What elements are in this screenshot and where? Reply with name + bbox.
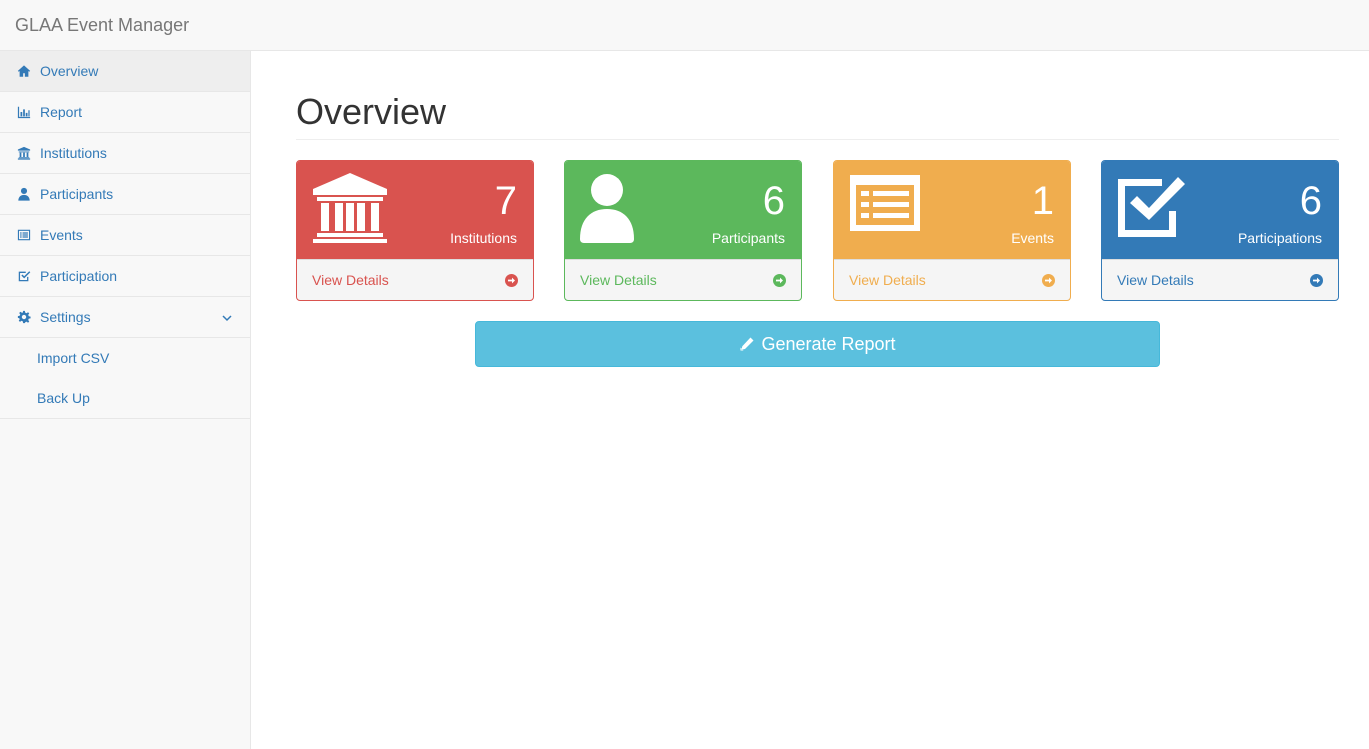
arrow-circle-right-icon (773, 274, 786, 287)
arrow-circle-right-icon (505, 274, 518, 287)
participants-panel: 6 Participants View Details (564, 160, 802, 301)
participants-view-details-link[interactable]: View Details (565, 259, 801, 300)
generate-report-label: Generate Report (761, 333, 896, 354)
sidebar-item-events[interactable]: Events (0, 215, 250, 256)
sidebar-item-institutions[interactable]: Institutions (0, 133, 250, 174)
participants-label: Participants (711, 230, 785, 246)
events-count: 1 (1031, 179, 1054, 223)
sidebar-item-participants[interactable]: Participants (0, 174, 250, 215)
participations-panel: 6 Participations View Details (1101, 160, 1339, 301)
view-details-text: View Details (580, 272, 657, 288)
sidebar-item-settings[interactable]: Settings (0, 297, 250, 338)
view-details-text: View Details (1117, 272, 1194, 288)
events-panel: 1 Events View Details (833, 160, 1071, 301)
page-title: Overview (296, 91, 447, 132)
institution-icon (311, 173, 389, 243)
sidebar-item-report[interactable]: Report (0, 92, 250, 133)
arrow-circle-right-icon (1310, 274, 1323, 287)
participations-view-details-link[interactable]: View Details (1102, 259, 1338, 300)
user-icon (16, 187, 32, 201)
main-content: Overview 7 Institutions View Details 6 P… (251, 51, 1369, 749)
top-navbar: GLAA Event Manager (0, 0, 1369, 51)
institutions-label: Institutions (450, 230, 517, 246)
view-details-text: View Details (312, 272, 389, 288)
sidebar-item-label: Institutions (40, 145, 107, 161)
institutions-view-details-link[interactable]: View Details (297, 259, 533, 300)
arrow-circle-right-icon (1042, 274, 1055, 287)
sidebar-item-overview[interactable]: Overview (0, 51, 250, 92)
participations-label: Participations (1237, 230, 1322, 246)
events-view-details-link[interactable]: View Details (834, 259, 1070, 300)
sidebar: Overview Report Institutions Participant… (0, 51, 251, 749)
check-square-icon (1116, 173, 1194, 243)
panel-heading: 6 Participants (565, 161, 801, 259)
panel-heading: 7 Institutions (297, 161, 533, 259)
home-icon (16, 64, 32, 78)
participants-count: 6 (762, 179, 785, 223)
chevron-down-icon[interactable] (222, 310, 232, 322)
sidebar-item-label: Report (40, 104, 83, 120)
sidebar-subitem-back-up[interactable]: Back Up (0, 378, 250, 418)
sidebar-item-label: Participation (40, 268, 118, 284)
generate-report-button[interactable]: Generate Report (475, 321, 1160, 367)
settings-submenu: Import CSV Back Up (0, 338, 250, 419)
list-alt-icon (848, 173, 926, 243)
sidebar-item-participation[interactable]: Participation (0, 256, 250, 297)
app-brand[interactable]: GLAA Event Manager (15, 15, 189, 35)
title-divider (296, 139, 1339, 140)
sidebar-item-label: Settings (40, 309, 91, 325)
events-label: Events (1011, 230, 1054, 246)
gear-icon (16, 310, 32, 324)
institution-icon (16, 146, 32, 160)
user-icon (579, 173, 657, 243)
check-square-icon (16, 269, 32, 283)
sidebar-item-label: Participants (40, 186, 114, 202)
sidebar-item-label: Events (40, 227, 83, 243)
panel-heading: 6 Participations (1102, 161, 1338, 259)
participations-count: 6 (1299, 179, 1322, 223)
bar-chart-icon (16, 105, 32, 119)
list-alt-icon (16, 228, 32, 242)
institutions-panel: 7 Institutions View Details (296, 160, 534, 301)
sidebar-subitem-import-csv[interactable]: Import CSV (0, 338, 250, 378)
sidebar-item-label: Overview (40, 63, 99, 79)
pencil-icon (740, 337, 754, 351)
view-details-text: View Details (849, 272, 926, 288)
institutions-count: 7 (494, 179, 517, 223)
panel-heading: 1 Events (834, 161, 1070, 259)
